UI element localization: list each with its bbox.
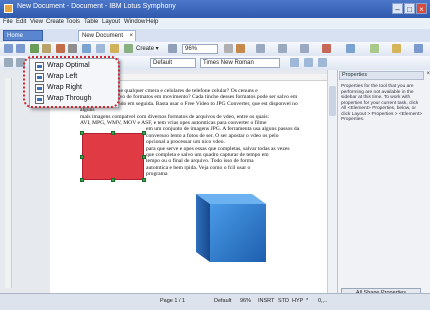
- selected-red-rectangle[interactable]: [82, 133, 144, 180]
- create-dropdown[interactable]: Create ▾: [136, 45, 159, 52]
- wrap-icon[interactable]: [4, 58, 13, 67]
- text-icon[interactable]: [346, 44, 355, 53]
- tab-home[interactable]: Home: [3, 30, 43, 41]
- shape-icon[interactable]: [300, 44, 309, 53]
- resize-handle[interactable]: [142, 131, 146, 135]
- undo-icon[interactable]: [4, 44, 13, 53]
- status-hyperlink-mode[interactable]: HYP: [292, 298, 303, 304]
- save-icon[interactable]: [30, 44, 39, 53]
- close-tab-icon[interactable]: ×: [129, 31, 133, 42]
- more-icon[interactable]: [414, 44, 423, 53]
- minimize-icon[interactable]: –: [392, 3, 403, 14]
- app-icon: [4, 4, 13, 13]
- tab-doc-label: New Document: [82, 33, 124, 39]
- line-icon[interactable]: [256, 44, 265, 53]
- tab-home-label: Home: [7, 33, 24, 39]
- resize-handle[interactable]: [111, 178, 115, 182]
- blue-cube-shape[interactable]: [190, 190, 274, 270]
- status-page: Page 1 / 1: [160, 298, 186, 304]
- table-icon[interactable]: [124, 44, 133, 53]
- tab-bar: Home New Document ×: [0, 29, 430, 42]
- status-modified: *: [306, 298, 309, 304]
- status-bar: Page 1 / 1 Default 96% INSRT STD HYP * 0…: [0, 293, 430, 310]
- arrange-icon[interactable]: [392, 44, 401, 53]
- menu-file[interactable]: File: [3, 19, 13, 25]
- font-combo[interactable]: Times New Roman: [200, 58, 280, 68]
- cube-front-face: [210, 204, 266, 262]
- help-icon[interactable]: [224, 44, 233, 53]
- arrow-icon[interactable]: [278, 44, 287, 53]
- resize-handle[interactable]: [80, 131, 84, 135]
- scrollbar-thumb[interactable]: [329, 86, 336, 116]
- dotted-highlight-annotation: [23, 56, 120, 108]
- sidebar-description: Properties for the tool that you are per…: [341, 84, 423, 122]
- status-style: Default: [214, 298, 232, 304]
- window-title: New Document - Document - IBM Lotus Symp…: [17, 3, 176, 10]
- color-icon[interactable]: [236, 44, 245, 53]
- group-icon[interactable]: [370, 44, 379, 53]
- find-icon[interactable]: [96, 44, 105, 53]
- menu-tools[interactable]: Tools: [66, 19, 80, 25]
- menu-table[interactable]: Table: [84, 19, 98, 25]
- close-icon[interactable]: ×: [416, 3, 427, 14]
- italic-icon[interactable]: [304, 58, 313, 67]
- redo-icon[interactable]: [16, 44, 25, 53]
- properties-sidebar: Properties × Properties for the tool tha…: [337, 70, 430, 299]
- pdf-icon[interactable]: [56, 44, 65, 53]
- menu-view[interactable]: View: [30, 19, 43, 25]
- vertical-scrollbar[interactable]: [327, 70, 337, 293]
- underline-icon[interactable]: [318, 58, 327, 67]
- sidebar-close-icon[interactable]: ×: [426, 71, 430, 77]
- maximize-icon[interactable]: □: [404, 3, 415, 14]
- fill-icon[interactable]: [322, 44, 331, 53]
- cube-side-face: [196, 194, 210, 262]
- draw-icon[interactable]: [168, 44, 177, 53]
- status-selection-mode[interactable]: STD: [278, 298, 289, 304]
- tab-new-document[interactable]: New Document ×: [78, 30, 136, 41]
- open-icon[interactable]: [42, 44, 51, 53]
- print-icon[interactable]: [68, 44, 77, 53]
- status-insert-mode[interactable]: INSRT: [258, 298, 274, 304]
- resize-handle[interactable]: [142, 178, 146, 182]
- menu-help[interactable]: Help: [146, 19, 158, 25]
- menu-window[interactable]: Window: [124, 19, 145, 25]
- resize-handle[interactable]: [142, 155, 146, 159]
- bold-icon[interactable]: [290, 58, 299, 67]
- resize-handle[interactable]: [80, 155, 84, 159]
- menu-edit[interactable]: Edit: [16, 19, 26, 25]
- status-position: 0,,..: [318, 298, 328, 304]
- style-combo[interactable]: Default: [150, 58, 196, 68]
- vertical-ruler: [5, 78, 12, 288]
- sidebar-title: Properties: [339, 71, 424, 80]
- resize-handle[interactable]: [111, 131, 115, 135]
- title-bar: New Document - Document - IBM Lotus Symp…: [0, 0, 430, 18]
- menu-layout[interactable]: Layout: [102, 19, 120, 25]
- standard-toolbar: Create ▾ 96%: [0, 42, 430, 57]
- image-icon[interactable]: [110, 44, 119, 53]
- zoom-combo[interactable]: 96%: [182, 44, 218, 54]
- status-zoom: 96%: [240, 298, 252, 304]
- resize-handle[interactable]: [80, 178, 84, 182]
- window-controls: – □ ×: [392, 3, 427, 14]
- spellcheck-icon[interactable]: [82, 44, 91, 53]
- menu-create[interactable]: Create: [46, 19, 64, 25]
